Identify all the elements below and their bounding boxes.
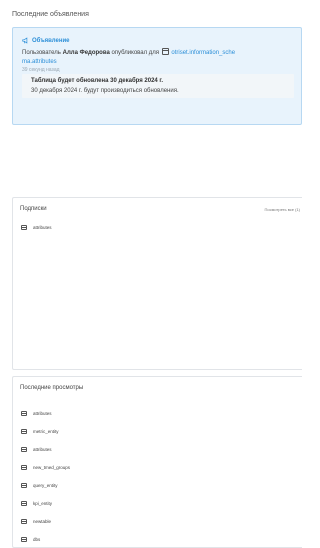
recent-views-panel: Последние просмотры attributes metric_en…	[12, 376, 302, 548]
table-icon	[21, 446, 27, 452]
megaphone-icon	[22, 37, 28, 44]
recent-view-item-label: attributes	[33, 410, 52, 416]
table-icon	[21, 482, 27, 488]
recent-view-item-label: dbs	[33, 536, 41, 542]
announcement-target-link-cont[interactable]: ma.attributes	[22, 59, 57, 65]
notice-title: Таблица будет обновлена 30 декабря 2024 …	[31, 78, 163, 84]
table-icon	[21, 428, 27, 434]
home-page: Последние объявления Объявление Пользова…	[0, 0, 302, 548]
announcement-target-link[interactable]: otriset.information_sche	[171, 50, 235, 56]
recent-view-item[interactable]: attributes	[21, 409, 70, 417]
subscriptions-panel: Подписки Посмотреть все (1) attributes	[12, 197, 302, 370]
view-all-link[interactable]: Посмотреть все (1)	[265, 207, 300, 212]
table-icon	[21, 410, 27, 416]
recent-view-item[interactable]: dbs	[21, 535, 70, 543]
table-icon	[21, 536, 27, 542]
announcement-action: опубликовал для	[111, 50, 160, 56]
table-icon	[21, 464, 27, 470]
recent-view-item-label: new_tmed_groups	[33, 464, 71, 470]
table-icon	[21, 518, 27, 524]
subscriptions-title: Подписки	[20, 206, 47, 212]
recent-view-item-label: attributes	[33, 446, 52, 452]
recent-view-item[interactable]: attributes	[21, 445, 70, 453]
announcement-user[interactable]: Алла Федорова	[63, 50, 110, 56]
recent-views-list: attributes metric_entity attributes new_…	[21, 409, 70, 548]
announcement-time: 39 секунд назад	[22, 67, 60, 73]
table-icon	[21, 224, 27, 230]
recent-views-title: Последние просмотры	[20, 385, 84, 391]
recent-view-item[interactable]: metric_entity	[21, 427, 70, 435]
notice-text: 30 декабря 2024 г. будут производиться о…	[31, 88, 179, 94]
recent-view-item-label: metric_entity	[33, 428, 59, 434]
recent-view-item[interactable]: new_tmed_groups	[21, 463, 70, 471]
subscription-item[interactable]: attributes	[21, 223, 52, 231]
table-icon	[161, 48, 169, 55]
announcement-notice: Таблица будет обновлена 30 декабря 2024 …	[22, 74, 294, 98]
announcement-card: Объявление Пользователь Алла Федорова оп…	[12, 27, 302, 125]
recent-view-item[interactable]: newtable	[21, 517, 70, 525]
table-icon	[21, 500, 27, 506]
announcement-header: Объявление	[22, 37, 70, 44]
announcement-body: Пользователь Алла Федорова опубликовал д…	[22, 48, 298, 67]
recent-view-item-label: query_entity	[33, 482, 58, 488]
recent-view-item-label: newtable	[33, 518, 52, 524]
recent-view-item-label: kpi_entity	[33, 500, 53, 506]
announcement-prefix: Пользователь	[22, 50, 61, 56]
recent-announcements-title: Последние объявления	[12, 11, 89, 18]
recent-view-item[interactable]: kpi_entity	[21, 499, 70, 507]
subscriptions-list: attributes	[21, 223, 52, 241]
recent-view-item[interactable]: query_entity	[21, 481, 70, 489]
subscription-item-label: attributes	[33, 224, 52, 230]
announcement-label: Объявление	[32, 37, 70, 44]
